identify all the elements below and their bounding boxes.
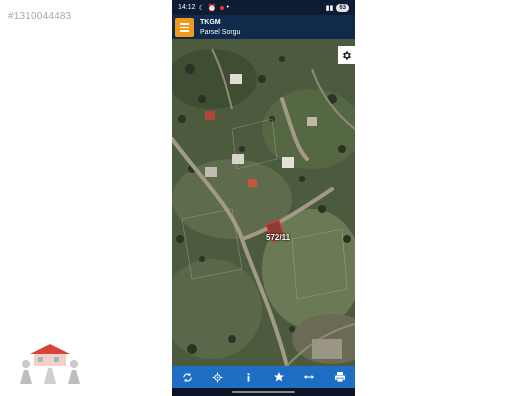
phone-screen: 14:12 ☾ ⏰ • ▮▮ 63 TKGM Parsel Sorgu 572/… <box>172 0 355 396</box>
favorite-button[interactable] <box>270 368 288 386</box>
hamburger-icon <box>180 23 189 25</box>
battery-indicator: 63 <box>336 3 349 12</box>
system-nav-bar <box>172 388 355 396</box>
bottom-toolbar <box>172 366 355 388</box>
locate-icon <box>212 371 223 383</box>
watermark-id: #1310044483 <box>8 11 72 22</box>
house-movers-logo <box>20 344 80 384</box>
satellite-map[interactable] <box>172 39 355 366</box>
app-subtitle: Parsel Sorgu <box>200 29 241 36</box>
locate-button[interactable] <box>209 368 227 386</box>
info-icon <box>247 372 250 382</box>
status-time: 14:12 <box>178 4 196 11</box>
dot-icon: • <box>226 4 229 11</box>
gear-icon <box>343 50 351 60</box>
star-icon <box>273 372 284 382</box>
home-indicator[interactable] <box>232 391 295 393</box>
signal-icon: ▮▮ <box>325 4 334 12</box>
menu-button[interactable] <box>175 18 194 37</box>
status-bar: 14:12 ☾ ⏰ • ▮▮ 63 <box>172 0 355 15</box>
app-title: TKGM <box>200 19 221 26</box>
moon-icon: ☾ <box>198 4 205 12</box>
measure-icon <box>304 375 315 379</box>
refresh-icon <box>183 372 192 382</box>
print-button[interactable] <box>331 368 349 386</box>
settings-button[interactable] <box>338 46 355 64</box>
alarm-icon: ⏰ <box>207 4 217 12</box>
app-bar: TKGM Parsel Sorgu <box>172 15 355 39</box>
measure-button[interactable] <box>300 368 318 386</box>
parcel-label[interactable]: 572/11 <box>266 233 290 242</box>
refresh-button[interactable] <box>178 368 196 386</box>
notification-dot-icon <box>219 5 224 10</box>
print-icon <box>334 372 345 383</box>
info-button[interactable] <box>239 368 257 386</box>
